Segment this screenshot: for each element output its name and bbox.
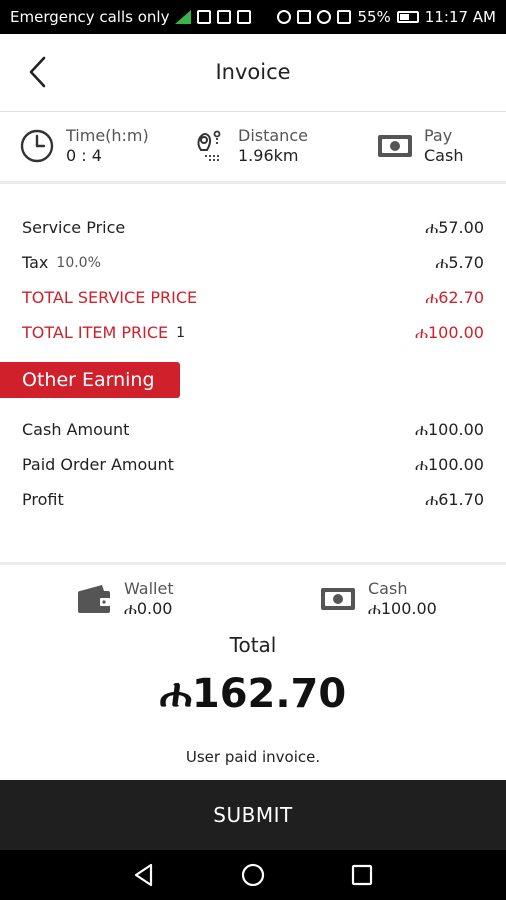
battery-percent: 55% [357, 8, 391, 26]
location-icon [277, 10, 292, 24]
tax-value: ሐ5.70 [435, 252, 484, 272]
wallet-value: ሐ0.00 [124, 599, 173, 618]
other-earning-heading: Other Earning [0, 362, 180, 398]
circle-home-icon [241, 863, 265, 887]
service-price-row: Service Price ሐ57.00 [0, 210, 506, 245]
total-service-price-row: TOTAL SERVICE PRICE ሐ62.70 [0, 280, 506, 315]
triangle-back-icon [135, 863, 153, 887]
cash-value: ሐ100.00 [368, 599, 437, 618]
nav-home-button[interactable] [238, 860, 268, 890]
tax-label: Tax [22, 253, 49, 272]
tax-rate: 10.0% [56, 254, 101, 271]
profit-value: ሐ61.70 [425, 489, 484, 509]
page-title: Invoice [215, 60, 291, 84]
profit-row: Profit ሐ61.70 [0, 482, 506, 517]
total-service-price-label: TOTAL SERVICE PRICE [22, 288, 198, 307]
trip-pay-value: Cash [424, 146, 464, 165]
route-pin-icon [190, 127, 228, 165]
total-item-price-label: TOTAL ITEM PRICE [22, 323, 169, 342]
trip-time-value: 0 : 4 [66, 146, 102, 165]
app-header: Invoice [0, 34, 506, 112]
paid-order-amount-label: Paid Order Amount [22, 455, 174, 474]
cash-label: Cash [368, 579, 408, 598]
trip-pay-label: Pay [424, 126, 453, 145]
submit-button[interactable]: SUBMIT [0, 780, 506, 850]
tax-row: Tax 10.0% ሐ5.70 [0, 245, 506, 280]
total-label: Total [229, 633, 277, 657]
status-bar: Emergency calls only 55% 11:17 AM [0, 0, 506, 34]
other-earning-list: Cash Amount ሐ100.00 Paid Order Amount ሐ1… [0, 412, 506, 517]
total-service-price-value: ሐ62.70 [425, 287, 484, 307]
app-notification-icon [237, 10, 252, 24]
nav-recents-button[interactable] [347, 860, 377, 890]
vibrate-icon [297, 10, 312, 24]
profit-label: Profit [22, 490, 64, 509]
notification-icon [197, 10, 212, 24]
clock-icon [18, 127, 56, 165]
payment-status-note: User paid invoice. [185, 748, 321, 766]
service-price-value: ሐ57.00 [425, 217, 484, 237]
carrier-text: Emergency calls only [10, 8, 170, 26]
cash-payment: Cash ሐ100.00 [320, 579, 437, 619]
status-time: 11:17 AM [424, 8, 496, 26]
price-breakdown: Service Price ሐ57.00 Tax 10.0% ሐ5.70 TOT… [0, 210, 506, 350]
cash-amount-value: ሐ100.00 [415, 419, 484, 439]
cash-amount-label: Cash Amount [22, 420, 130, 439]
trip-time: Time(h:m) 0 : 4 [18, 126, 149, 166]
total-item-price-row: TOTAL ITEM PRICE 1 ሐ100.00 [0, 315, 506, 350]
trip-distance-label: Distance [238, 126, 308, 145]
nav-back-button[interactable] [129, 860, 159, 890]
contact-icon [217, 10, 232, 24]
service-price-label: Service Price [22, 218, 126, 237]
battery-icon [396, 11, 419, 23]
system-nav-bar [0, 850, 506, 900]
total-item-price-value: ሐ100.00 [415, 322, 484, 342]
trip-pay: Pay Cash [376, 126, 463, 166]
paid-order-amount-value: ሐ100.00 [415, 454, 484, 474]
trip-summary: Time(h:m) 0 : 4 Distance 1.96km Pay Cash [0, 112, 506, 184]
cash-amount-row: Cash Amount ሐ100.00 [0, 412, 506, 447]
wallet-payment: Wallet ሐ0.00 [76, 579, 174, 619]
wallet-label: Wallet [124, 579, 174, 598]
trip-distance: Distance 1.96km [190, 126, 308, 166]
wallet-icon [76, 582, 112, 616]
cash-icon [320, 582, 356, 616]
square-recents-icon [351, 864, 372, 886]
total-item-count: 1 [176, 324, 186, 341]
no-signal-icon [175, 10, 192, 24]
trip-distance-value: 1.96km [238, 146, 299, 165]
cash-icon [376, 127, 414, 165]
trip-time-label: Time(h:m) [66, 126, 149, 145]
total-amount: ሐ162.70 [159, 671, 347, 717]
wifi-icon [317, 10, 332, 24]
battery-saver-icon [337, 10, 352, 24]
paid-order-amount-row: Paid Order Amount ሐ100.00 [0, 447, 506, 482]
payment-summary: Wallet ሐ0.00 Cash ሐ100.00 Total ሐ162.70 … [0, 562, 506, 780]
